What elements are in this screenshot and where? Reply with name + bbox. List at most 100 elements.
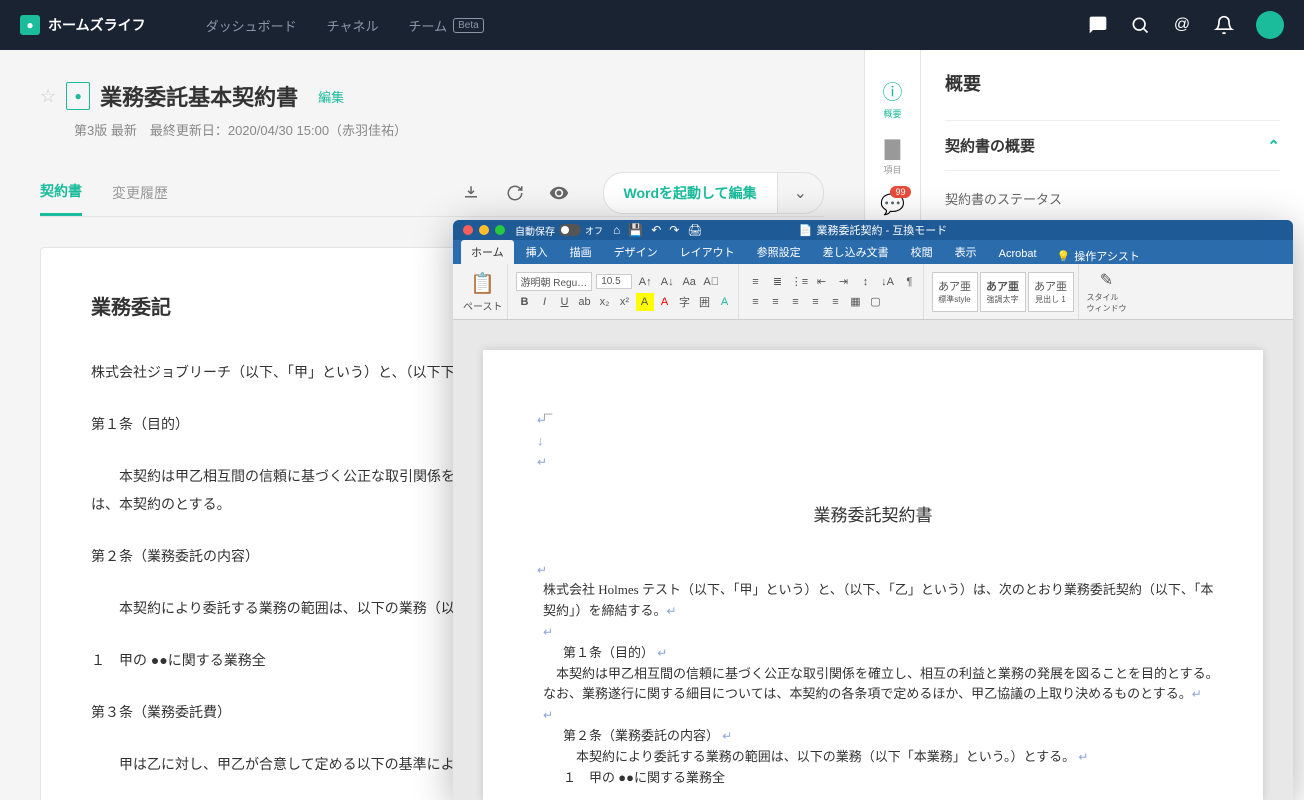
bold-button[interactable]: B [516, 293, 534, 311]
align-right-icon[interactable]: ≡ [787, 293, 805, 311]
bullets-icon[interactable]: ≡ [747, 273, 765, 291]
paste-button[interactable]: 📋 ペースト [463, 271, 503, 313]
rail-icon-items[interactable]: ▇ 項目 [871, 130, 915, 182]
tab-history[interactable]: 変更履歴 [112, 171, 168, 215]
download-icon[interactable] [461, 183, 481, 203]
save-icon[interactable]: 💾 [628, 223, 643, 237]
document-title: 業務委託基本契約書 [100, 80, 298, 112]
nav-dashboard[interactable]: ダッシュボード [206, 16, 297, 35]
brand[interactable]: ● ホームズライフ [20, 15, 146, 35]
strikethrough-button[interactable]: ab [576, 293, 594, 311]
line-spacing-icon[interactable]: ↕ [857, 273, 875, 291]
tab-contract[interactable]: 契約書 [40, 169, 82, 216]
ruby-icon[interactable]: 字 [676, 293, 694, 311]
notification-icon[interactable] [1214, 15, 1234, 35]
styles-pane-button[interactable]: ✎ スタイル ウィンドウ [1087, 270, 1127, 314]
maximize-icon[interactable] [495, 225, 505, 235]
numbering-icon[interactable]: ≣ [769, 273, 787, 291]
messages-icon[interactable] [1088, 15, 1108, 35]
tabs-row: 契約書 変更履歴 Wordを起動して編集 ⌄ [40, 169, 824, 217]
show-marks-icon[interactable]: ¶ [901, 273, 919, 291]
ribbon-assist[interactable]: 💡操作アシスト [1057, 248, 1140, 264]
increase-font-icon[interactable]: A↑ [636, 273, 654, 291]
redo-icon[interactable]: ↷ [669, 223, 679, 237]
distributed-icon[interactable]: ≡ [827, 293, 845, 311]
ribbon-tab-view[interactable]: 表示 [945, 240, 987, 264]
ribbon-tab-design[interactable]: デザイン [604, 240, 668, 264]
top-navigation: ● ホームズライフ ダッシュボード チャネル チーム Beta @ [0, 0, 1304, 50]
decrease-font-icon[interactable]: A↓ [658, 273, 676, 291]
comment-badge: 99 [890, 186, 910, 198]
accordion-title: 契約書の概要 [945, 135, 1035, 156]
rail-icon-overview[interactable]: ⓘ 概要 [871, 70, 915, 126]
change-case-icon[interactable]: Aa [680, 273, 698, 291]
ribbon-tab-references[interactable]: 参照設定 [747, 240, 811, 264]
rail-label: 概要 [883, 107, 901, 120]
filename-text: 業務委託契約 - 互換モード [816, 222, 947, 238]
preview-icon[interactable] [549, 183, 569, 203]
ribbon-tab-home[interactable]: ホーム [461, 240, 514, 264]
accordion-header[interactable]: 契約書の概要 ⌃ [945, 120, 1280, 171]
close-icon[interactable] [463, 225, 473, 235]
ribbon-group-clipboard: 📋 ペースト [459, 264, 508, 319]
style-emphasis[interactable]: あア亜強調太字 [980, 272, 1026, 312]
ribbon-group-styles: あア亜標準style あア亜強調太字 あア亜見出し 1 [928, 264, 1079, 319]
minimize-icon[interactable] [479, 225, 489, 235]
word-article-2: 第２条（業務委託の内容） [563, 728, 719, 743]
underline-button[interactable]: U [556, 293, 574, 311]
ribbon-group-font: 游明朝 Regu… 10.5 A↑ A↓ Aa A⃠ B I U ab x₂ x… [512, 264, 739, 319]
ribbon-tab-draw[interactable]: 描画 [560, 240, 602, 264]
ribbon-tab-layout[interactable]: レイアウト [670, 240, 745, 264]
style-heading1[interactable]: あア亜見出し 1 [1028, 272, 1074, 312]
mention-icon[interactable]: @ [1172, 15, 1192, 35]
clear-format-icon[interactable]: A⃠ [702, 273, 720, 291]
ribbon-tab-mailmerge[interactable]: 差し込み文書 [813, 240, 899, 264]
undo-icon[interactable]: ↶ [651, 223, 661, 237]
avatar[interactable] [1256, 11, 1284, 39]
multilevel-icon[interactable]: ⋮≡ [791, 273, 809, 291]
word-chevron-icon[interactable]: ⌄ [777, 173, 823, 213]
star-icon[interactable]: ☆ [40, 86, 56, 107]
document-meta: 第3版 最新 最終更新日：2020/04/30 15:00（赤羽佳祐） [74, 120, 824, 139]
edit-link[interactable]: 編集 [318, 87, 344, 106]
nav-items: ダッシュボード チャネル チーム Beta [206, 16, 484, 35]
sort-icon[interactable]: ↓A [879, 273, 897, 291]
ribbon-tab-acrobat[interactable]: Acrobat [989, 244, 1047, 264]
justify-icon[interactable]: ≡ [807, 293, 825, 311]
search-icon[interactable] [1130, 15, 1150, 35]
styles-pane-icon: ✎ [1100, 270, 1113, 290]
traffic-lights [463, 225, 505, 235]
autosave-toggle[interactable] [559, 224, 581, 236]
nav-channel[interactable]: チャネル [327, 16, 379, 35]
rail-title: 概要 [945, 70, 1280, 96]
beta-badge: Beta [453, 18, 484, 33]
indent-right-icon[interactable]: ⇥ [835, 273, 853, 291]
subscript-button[interactable]: x₂ [596, 293, 614, 311]
align-left-icon[interactable]: ≡ [747, 293, 765, 311]
refresh-icon[interactable] [505, 183, 525, 203]
word-canvas[interactable]: ⌐ ↵ ↓ ↵ 業務委託契約書 ↵ 株式会社 Holmes テスト（以下、「甲」… [453, 320, 1293, 800]
char-shading-icon[interactable]: A [716, 293, 734, 311]
nav-team[interactable]: チーム Beta [408, 16, 483, 35]
text-highlight-icon[interactable]: A [636, 293, 654, 311]
font-size-select[interactable]: 10.5 [596, 274, 632, 289]
word-page[interactable]: ⌐ ↵ ↓ ↵ 業務委託契約書 ↵ 株式会社 Holmes テスト（以下、「甲」… [483, 350, 1263, 800]
borders-icon[interactable]: ▢ [867, 293, 885, 311]
print-icon[interactable]: 🖨 [687, 223, 702, 237]
indent-left-icon[interactable]: ⇤ [813, 273, 831, 291]
font-family-select[interactable]: 游明朝 Regu… [516, 272, 593, 291]
word-titlebar[interactable]: 自動保存 オフ ⌂ 💾 ↶ ↷ 🖨 📄 業務委託契約 - 互換モード [453, 220, 1293, 240]
ribbon-tab-insert[interactable]: 挿入 [516, 240, 558, 264]
home-icon[interactable]: ⌂ [613, 223, 620, 237]
shading-icon[interactable]: ▦ [847, 293, 865, 311]
style-normal[interactable]: あア亜標準style [932, 272, 978, 312]
word-launch-button[interactable]: Wordを起動して編集 [604, 173, 777, 213]
word-button-group: Wordを起動して編集 ⌄ [603, 172, 825, 214]
superscript-button[interactable]: x² [616, 293, 634, 311]
ribbon-tab-review[interactable]: 校閲 [901, 240, 943, 264]
char-border-icon[interactable]: 囲 [696, 293, 714, 311]
italic-button[interactable]: I [536, 293, 554, 311]
word-paragraph: 株式会社 Holmes テスト（以下、「甲」という）と、（以下、「乙」という）は… [543, 582, 1213, 618]
font-color-icon[interactable]: A [656, 293, 674, 311]
align-center-icon[interactable]: ≡ [767, 293, 785, 311]
